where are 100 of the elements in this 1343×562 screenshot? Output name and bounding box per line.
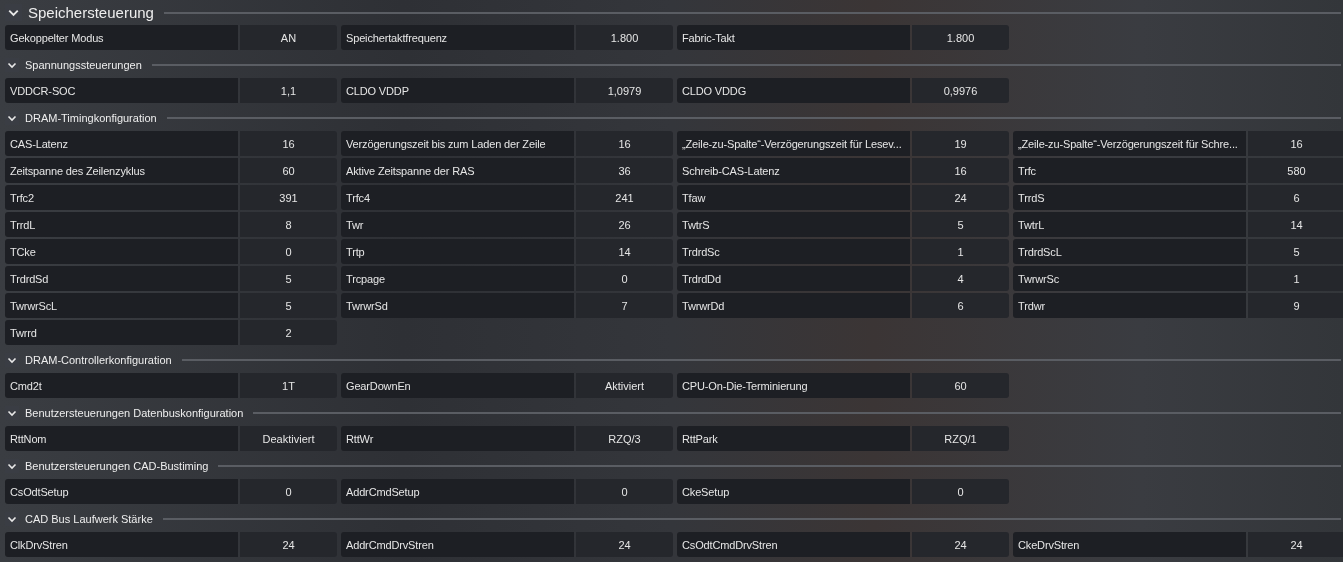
setting-label: Twrrd bbox=[5, 320, 238, 345]
section-title: DRAM-Controllerkonfiguration bbox=[25, 353, 172, 366]
setting-label: Trfc bbox=[1013, 158, 1246, 183]
setting-value[interactable]: AN bbox=[240, 25, 337, 50]
setting-label: Trfc4 bbox=[341, 185, 574, 210]
setting-label: ClkDrvStren bbox=[5, 532, 238, 557]
setting-value[interactable]: 4 bbox=[912, 266, 1009, 291]
setting-label: Twr bbox=[341, 212, 574, 237]
setting-value[interactable]: 1 bbox=[912, 239, 1009, 264]
section-title: DRAM-Timingkonfiguration bbox=[25, 111, 157, 124]
setting-value[interactable]: 9 bbox=[1248, 293, 1343, 318]
setting-label: Fabric-Takt bbox=[677, 25, 910, 50]
setting-label: Trfc2 bbox=[5, 185, 238, 210]
setting-value[interactable]: 6 bbox=[912, 293, 1009, 318]
setting-value[interactable]: 26 bbox=[576, 212, 673, 237]
setting-label: Trdwr bbox=[1013, 293, 1246, 318]
setting-value[interactable]: RZQ/1 bbox=[912, 426, 1009, 451]
setting-value[interactable]: 24 bbox=[912, 532, 1009, 557]
setting-value[interactable]: 16 bbox=[240, 131, 337, 156]
setting-label: RttWr bbox=[341, 426, 574, 451]
setting-value[interactable]: 1,0979 bbox=[576, 78, 673, 103]
section-title: Benutzersteuerungen Datenbuskonfiguration bbox=[25, 406, 244, 419]
setting-value[interactable]: 36 bbox=[576, 158, 673, 183]
setting-value[interactable]: 1 bbox=[1248, 266, 1343, 291]
setting-value[interactable]: 1.800 bbox=[912, 25, 1009, 50]
setting-label: TrdrdSc bbox=[677, 239, 910, 264]
setting-value[interactable]: 16 bbox=[576, 131, 673, 156]
setting-label: Verzögerungszeit bis zum Laden der Zeile bbox=[341, 131, 574, 156]
setting-value[interactable]: 16 bbox=[912, 158, 1009, 183]
setting-value[interactable]: 60 bbox=[240, 158, 337, 183]
setting-value[interactable]: 241 bbox=[576, 185, 673, 210]
setting-label: Schreib-CAS-Latenz bbox=[677, 158, 910, 183]
setting-label: TwrwrDd bbox=[677, 293, 910, 318]
setting-label: TrdrdDd bbox=[677, 266, 910, 291]
setting-value[interactable]: 1,1 bbox=[240, 78, 337, 103]
setting-value[interactable]: 391 bbox=[240, 185, 337, 210]
setting-value[interactable]: 0 bbox=[240, 479, 337, 504]
setting-value[interactable]: 60 bbox=[912, 373, 1009, 398]
setting-value[interactable]: 5 bbox=[1248, 239, 1343, 264]
setting-value[interactable]: 1T bbox=[240, 373, 337, 398]
setting-value[interactable]: 0 bbox=[576, 266, 673, 291]
setting-value[interactable]: 24 bbox=[1248, 532, 1343, 557]
setting-label: Trcpage bbox=[341, 266, 574, 291]
setting-value[interactable]: 0 bbox=[576, 479, 673, 504]
setting-label: TrrdL bbox=[5, 212, 238, 237]
setting-value[interactable]: 5 bbox=[240, 266, 337, 291]
setting-label: CPU-On-Die-Terminierung bbox=[677, 373, 910, 398]
setting-value[interactable]: 14 bbox=[576, 239, 673, 264]
setting-label: „Zeile-zu-Spalte“-Verzögerungszeit für Schre... bbox=[1013, 131, 1246, 156]
section-title: Spannungssteuerungen bbox=[25, 58, 142, 71]
setting-value[interactable]: 24 bbox=[240, 532, 337, 557]
setting-value[interactable]: RZQ/3 bbox=[576, 426, 673, 451]
setting-label: „Zeile-zu-Spalte“-Verzögerungszeit für Lesev... bbox=[677, 131, 910, 156]
setting-value[interactable]: 19 bbox=[912, 131, 1009, 156]
setting-label: CsOdtCmdDrvStren bbox=[677, 532, 910, 557]
setting-value[interactable]: 1.800 bbox=[576, 25, 673, 50]
setting-value[interactable]: 0 bbox=[912, 479, 1009, 504]
setting-value[interactable]: 6 bbox=[1248, 185, 1343, 210]
setting-value[interactable]: 0 bbox=[240, 239, 337, 264]
setting-label: Tfaw bbox=[677, 185, 910, 210]
setting-label: Cmd2t bbox=[5, 373, 238, 398]
section-title: Speichersteuerung bbox=[28, 4, 154, 21]
setting-label: Zeitspanne des Zeilenzyklus bbox=[5, 158, 238, 183]
setting-label: RttPark bbox=[677, 426, 910, 451]
setting-label: TCke bbox=[5, 239, 238, 264]
setting-label: Aktive Zeitspanne der RAS bbox=[341, 158, 574, 183]
setting-value[interactable]: 0,9976 bbox=[912, 78, 1009, 103]
setting-label: CLDO VDDP bbox=[341, 78, 574, 103]
setting-value[interactable]: 24 bbox=[576, 532, 673, 557]
setting-label: TwrwrSd bbox=[341, 293, 574, 318]
setting-label: TrrdS bbox=[1013, 185, 1246, 210]
setting-value[interactable]: Deaktiviert bbox=[240, 426, 337, 451]
setting-label: GearDownEn bbox=[341, 373, 574, 398]
setting-label: Speichertaktfrequenz bbox=[341, 25, 574, 50]
section-title: CAD Bus Laufwerk Stärke bbox=[25, 512, 153, 525]
setting-label: VDDCR-SOC bbox=[5, 78, 238, 103]
setting-label: TwtrL bbox=[1013, 212, 1246, 237]
setting-label: CLDO VDDG bbox=[677, 78, 910, 103]
setting-value[interactable]: 24 bbox=[912, 185, 1009, 210]
setting-value[interactable]: 5 bbox=[240, 293, 337, 318]
setting-label: CkeSetup bbox=[677, 479, 910, 504]
setting-value[interactable]: 14 bbox=[1248, 212, 1343, 237]
setting-label: AddrCmdSetup bbox=[341, 479, 574, 504]
setting-label: AddrCmdDrvStren bbox=[341, 532, 574, 557]
setting-label: Gekoppelter Modus bbox=[5, 25, 238, 50]
setting-value[interactable]: 2 bbox=[240, 320, 337, 345]
setting-value[interactable]: 7 bbox=[576, 293, 673, 318]
setting-label: TwtrS bbox=[677, 212, 910, 237]
setting-label: TwrwrScL bbox=[5, 293, 238, 318]
setting-value[interactable]: Aktiviert bbox=[576, 373, 673, 398]
setting-label: RttNom bbox=[5, 426, 238, 451]
setting-label: CkeDrvStren bbox=[1013, 532, 1246, 557]
setting-label: CsOdtSetup bbox=[5, 479, 238, 504]
setting-label: TrdrdSd bbox=[5, 266, 238, 291]
setting-value[interactable]: 5 bbox=[912, 212, 1009, 237]
setting-label: Trtp bbox=[341, 239, 574, 264]
setting-value[interactable]: 580 bbox=[1248, 158, 1343, 183]
setting-value[interactable]: 8 bbox=[240, 212, 337, 237]
setting-value[interactable]: 16 bbox=[1248, 131, 1343, 156]
setting-label: TwrwrSc bbox=[1013, 266, 1246, 291]
